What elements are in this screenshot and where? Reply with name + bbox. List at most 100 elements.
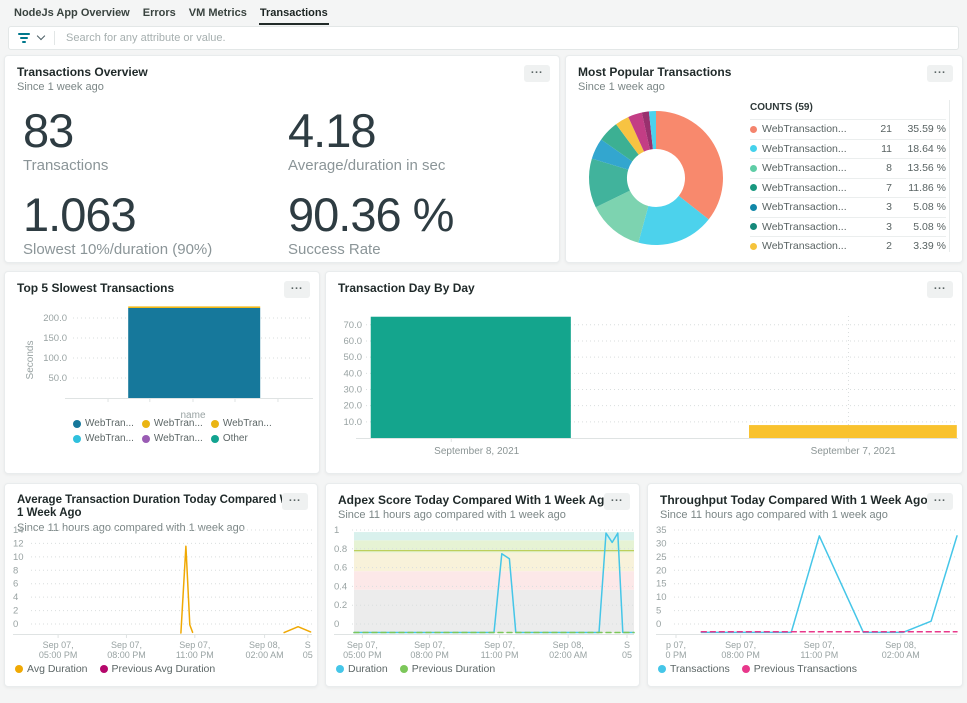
svg-text:200.0: 200.0: [43, 313, 67, 324]
panel-menu-button[interactable]: ...: [282, 493, 308, 510]
x-axis-tick-label: 05: [622, 650, 632, 660]
legend-color-dot: [742, 665, 750, 673]
panel-transaction-day-by-day: Transaction Day By Day ... 10.020.030.04…: [325, 271, 963, 474]
tab-vm-metrics[interactable]: VM Metrics: [188, 0, 248, 25]
legend-item[interactable]: Duration: [336, 663, 388, 675]
search-bar[interactable]: [8, 26, 959, 50]
panel-menu-button[interactable]: ...: [927, 281, 953, 298]
transaction-percent: 5.08 %: [892, 201, 946, 213]
throughput-line-chart: 05101520253035p 07,0 PMSep 07,08:00 PMSe…: [648, 512, 963, 662]
table-row[interactable]: WebTransaction...23.39 %: [750, 236, 946, 256]
bar-segment[interactable]: [128, 308, 260, 398]
svg-text:100.0: 100.0: [43, 353, 67, 364]
panel-title: Transactions Overview: [17, 66, 547, 79]
legend-label: Other: [223, 433, 248, 444]
transaction-count: 2: [866, 240, 892, 252]
svg-text:2: 2: [13, 606, 18, 617]
table-row[interactable]: WebTransaction...35.08 %: [750, 217, 946, 237]
table-row[interactable]: WebTransaction...813.56 %: [750, 158, 946, 178]
bar[interactable]: [749, 425, 957, 438]
panel-menu-button[interactable]: ...: [284, 281, 310, 298]
transaction-name: WebTransaction...: [762, 221, 866, 233]
transaction-count: 3: [866, 201, 892, 213]
svg-text:0: 0: [656, 619, 661, 630]
panel-throughput: Throughput Today Compared With 1 Week Ag…: [647, 483, 963, 687]
chart-legend: Avg Duration Previous Avg Duration: [15, 663, 315, 679]
legend-label: WebTran...: [154, 433, 203, 444]
tab-errors[interactable]: Errors: [142, 0, 177, 25]
transaction-count: 3: [866, 221, 892, 233]
transaction-percent: 35.59 %: [892, 123, 946, 135]
filter-icon[interactable]: [18, 33, 30, 43]
legend-item[interactable]: WebTran...: [142, 418, 203, 429]
x-axis-tick-label: 02:00 AM: [246, 650, 284, 660]
svg-text:10.0: 10.0: [344, 417, 363, 428]
svg-text:4: 4: [13, 592, 18, 603]
svg-text:0.2: 0.2: [334, 600, 347, 611]
svg-text:50.0: 50.0: [49, 373, 68, 384]
panel-title: Throughput Today Compared With 1 Week Ag…: [660, 494, 950, 507]
svg-text:20: 20: [656, 565, 667, 576]
donut-chart: [578, 102, 738, 254]
legend-item[interactable]: Avg Duration: [15, 663, 88, 675]
svg-text:0: 0: [334, 619, 339, 630]
legend-item[interactable]: WebTran...: [73, 433, 134, 444]
transaction-name: WebTransaction...: [762, 240, 866, 252]
x-axis-tick-label: S: [624, 640, 630, 650]
scrollbar-track[interactable]: [949, 100, 950, 252]
svg-text:15: 15: [656, 579, 667, 590]
x-axis-tick-label: Sep 07,: [111, 640, 142, 650]
svg-text:8: 8: [13, 565, 18, 576]
tab-bar: NodeJs App Overview Errors VM Metrics Trans…: [13, 0, 340, 24]
panel-menu-button[interactable]: ...: [604, 493, 630, 510]
transaction-name: WebTransaction...: [762, 143, 866, 155]
legend-item[interactable]: Previous Avg Duration: [100, 663, 216, 675]
legend-item[interactable]: Other: [211, 433, 248, 444]
popular-transactions-table: COUNTS (59) WebTransaction...2135.59 %We…: [750, 102, 946, 256]
svg-text:35: 35: [656, 525, 667, 536]
legend-label: Duration: [348, 663, 388, 675]
panel-average-transaction-duration: Average Transaction Duration Today Compa…: [4, 483, 318, 687]
transaction-name: WebTransaction...: [762, 123, 866, 135]
tab-nodejs-app-overview[interactable]: NodeJs App Overview: [13, 0, 131, 25]
tab-transactions[interactable]: Transactions: [259, 0, 329, 25]
x-axis-tick-label: Sep 07,: [484, 640, 515, 650]
legend-item[interactable]: WebTran...: [142, 433, 203, 444]
stat-value: 90.36 %: [288, 191, 559, 238]
legend-color-dot: [73, 420, 81, 428]
legend-item[interactable]: Previous Transactions: [742, 663, 857, 675]
x-axis-tick-label: Sep 08,: [249, 640, 280, 650]
x-axis-tick-label: 0 PM: [665, 650, 686, 660]
x-axis-tick-label: 08:00 PM: [107, 650, 146, 660]
transaction-percent: 18.64 %: [892, 143, 946, 155]
svg-text:0.6: 0.6: [334, 563, 347, 574]
x-axis-tick-label: Sep 07,: [414, 640, 445, 650]
table-row[interactable]: WebTransaction...2135.59 %: [750, 119, 946, 139]
donut-slice[interactable]: [656, 111, 723, 219]
bar[interactable]: [371, 317, 571, 438]
chart-legend: Transactions Previous Transactions: [658, 663, 958, 679]
legend-item[interactable]: Previous Duration: [400, 663, 495, 675]
legend-color-dot: [142, 435, 150, 443]
legend-label: Transactions: [670, 663, 730, 675]
chevron-down-icon[interactable]: [37, 32, 45, 40]
stat-label: Transactions: [23, 157, 288, 174]
legend-item[interactable]: WebTran...: [211, 418, 272, 429]
panel-menu-button[interactable]: ...: [927, 65, 953, 82]
legend-item[interactable]: WebTran...: [73, 418, 134, 429]
panel-subtitle: Since 1 week ago: [578, 81, 950, 93]
svg-text:14: 14: [13, 525, 24, 536]
transaction-percent: 5.08 %: [892, 221, 946, 233]
panel-menu-button[interactable]: ...: [524, 65, 550, 82]
bar-segment[interactable]: [128, 306, 260, 308]
transaction-count: 7: [866, 182, 892, 194]
legend-item[interactable]: Transactions: [658, 663, 730, 675]
stat-label: Success Rate: [288, 241, 559, 258]
avg-duration-line-chart: 02468101214Sep 07,05:00 PMSep 07,08:00 P…: [5, 512, 318, 662]
panel-menu-button[interactable]: ...: [927, 493, 953, 510]
svg-text:0: 0: [13, 619, 18, 630]
table-row[interactable]: WebTransaction...35.08 %: [750, 197, 946, 217]
table-row[interactable]: WebTransaction...711.86 %: [750, 178, 946, 198]
search-input[interactable]: [64, 31, 949, 45]
table-row[interactable]: WebTransaction...1118.64 %: [750, 139, 946, 159]
